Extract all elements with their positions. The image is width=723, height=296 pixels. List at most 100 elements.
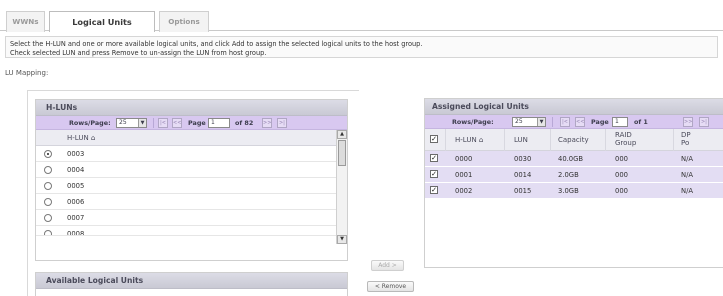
table-row[interactable]: 0005 — [36, 178, 336, 194]
dp-pool-column-label[interactable]: DP Po — [681, 131, 695, 147]
raid-group-column-label[interactable]: RAID Group — [615, 131, 645, 147]
lun-value: 0015 — [514, 187, 532, 195]
assigned-logical-units-panel: Assigned Logical Units Rows/Page: 25 ▼ |… — [424, 98, 723, 268]
page-count: of 1 — [634, 118, 648, 126]
prev-page-icon[interactable]: << — [575, 117, 585, 127]
page-label: Page — [591, 118, 609, 126]
hlun-value: 0003 — [67, 150, 85, 158]
tab-wwns[interactable]: WWNs — [6, 11, 45, 32]
table-row[interactable]: 0007 — [36, 210, 336, 226]
pager-separator — [153, 118, 154, 128]
page-label: Page — [188, 119, 206, 127]
last-page-icon[interactable]: >| — [699, 117, 709, 127]
available-panel-title: Available Logical Units — [36, 273, 347, 289]
table-row[interactable]: 0006 — [36, 194, 336, 210]
rows-per-page-value: 25 — [515, 118, 523, 125]
assigned-rows: ✓ 0000 0030 40.0GB 000 N/A ✓ 0001 0014 2… — [425, 151, 723, 199]
hlun-value: 0000 — [455, 155, 473, 163]
row-checkbox[interactable]: ✓ — [430, 170, 438, 178]
hlun-column-label[interactable]: H-LUN ⌂ — [455, 136, 483, 144]
hlun-value: 0002 — [455, 187, 473, 195]
scrollbar-thumb[interactable] — [338, 140, 346, 166]
pager-separator — [552, 117, 553, 127]
tab-bar: WWNs Logical Units Options — [0, 0, 723, 32]
column-divider — [673, 129, 674, 151]
chevron-down-icon: ▼ — [537, 118, 545, 126]
prev-page-icon[interactable]: << — [172, 118, 182, 128]
raid-group-value: 000 — [615, 187, 628, 195]
lun-column-label[interactable]: LUN — [514, 136, 528, 144]
instruction-line-2: Check selected LUN and press Remove to u… — [10, 48, 267, 57]
first-page-icon[interactable]: |< — [560, 117, 570, 127]
row-checkbox[interactable]: ✓ — [430, 154, 438, 162]
dp-pool-value: N/A — [681, 155, 694, 163]
table-row[interactable]: 0008 — [36, 226, 336, 236]
table-row[interactable]: ✓ 0002 0015 3.0GB 000 N/A — [425, 183, 723, 199]
rows-per-page-select[interactable]: 25 ▼ — [116, 118, 147, 128]
hlun-value: 0006 — [67, 198, 85, 206]
page-count: of 82 — [235, 119, 254, 127]
radio-button[interactable] — [44, 198, 52, 206]
radio-button[interactable] — [44, 150, 52, 158]
rows-per-page-label: Rows/Page: — [69, 119, 111, 127]
capacity-value: 2.0GB — [558, 171, 579, 179]
hluns-scrollbar[interactable]: ▲ ▼ — [336, 130, 347, 244]
available-logical-units-panel: Available Logical Units — [35, 272, 348, 296]
table-row[interactable]: ✓ 0000 0030 40.0GB 000 N/A — [425, 151, 723, 167]
table-row[interactable]: ✓ 0001 0014 2.0GB 000 N/A — [425, 167, 723, 183]
hluns-panel: H-LUNs Rows/Page: 25 ▼ |< << Page 1 of 8… — [35, 99, 348, 261]
hluns-pager: Rows/Page: 25 ▼ |< << Page 1 of 82 >> >| — [36, 116, 347, 130]
column-divider — [605, 129, 606, 151]
column-divider — [550, 129, 551, 151]
capacity-value: 3.0GB — [558, 187, 579, 195]
rows-per-page-select[interactable]: 25 ▼ — [512, 117, 546, 127]
assigned-column-header: ✓ H-LUN ⌂ LUN Capacity RAID Group DP Po — [425, 129, 723, 151]
capacity-column-label[interactable]: Capacity — [558, 136, 589, 144]
hluns-panel-title: H-LUNs — [36, 100, 347, 116]
raid-group-value: 000 — [615, 155, 628, 163]
hlun-value: 0004 — [67, 166, 85, 174]
add-button[interactable]: Add > — [371, 260, 404, 271]
table-row[interactable]: 0004 — [36, 162, 336, 178]
lun-value: 0014 — [514, 171, 532, 179]
hlun-value: 0005 — [67, 182, 85, 190]
assigned-pager: Rows/Page: 25 ▼ |< << Page 1 of 1 >> >| — [425, 115, 723, 129]
column-divider — [445, 129, 446, 151]
radio-button[interactable] — [44, 182, 52, 190]
table-row[interactable]: 0003 — [36, 146, 336, 162]
dp-pool-value: N/A — [681, 187, 694, 195]
select-all-checkbox[interactable]: ✓ — [430, 135, 438, 143]
assigned-panel-title: Assigned Logical Units — [425, 99, 723, 115]
radio-button[interactable] — [44, 214, 52, 222]
next-page-icon[interactable]: >> — [262, 118, 272, 128]
chevron-down-icon: ▼ — [138, 119, 146, 127]
last-page-icon[interactable]: >| — [277, 118, 287, 128]
scroll-up-icon[interactable]: ▲ — [337, 130, 347, 139]
rows-per-page-label: Rows/Page: — [452, 118, 494, 126]
hlun-value: 0001 — [455, 171, 473, 179]
column-divider — [504, 129, 505, 151]
row-checkbox[interactable]: ✓ — [430, 186, 438, 194]
scroll-down-icon[interactable]: ▼ — [337, 235, 347, 244]
radio-button[interactable] — [44, 230, 52, 235]
dp-pool-value: N/A — [681, 171, 694, 179]
hlun-value: 0007 — [67, 214, 85, 222]
next-page-icon[interactable]: >> — [683, 117, 693, 127]
rows-per-page-value: 25 — [119, 119, 127, 126]
tab-logical-units[interactable]: Logical Units — [49, 11, 155, 32]
raid-group-value: 000 — [615, 171, 628, 179]
instruction-line-1: Select the H-LUN and one or more availab… — [10, 40, 423, 48]
page-number-input[interactable]: 1 — [612, 117, 628, 127]
radio-button[interactable] — [44, 166, 52, 174]
lun-value: 0030 — [514, 155, 532, 163]
remove-button[interactable]: < Remove — [367, 281, 414, 292]
tab-options[interactable]: Options — [159, 11, 209, 32]
hluns-column-header[interactable]: H-LUN ⌂ — [36, 130, 336, 146]
page-number-input[interactable]: 1 — [208, 118, 230, 128]
capacity-value: 40.0GB — [558, 155, 584, 163]
hluns-table: H-LUN ⌂ 0003 0004 0005 0006 0007 0008 ▲ … — [36, 130, 347, 260]
hlun-value: 0008 — [67, 230, 85, 236]
hluns-rows: 0003 0004 0005 0006 0007 0008 — [36, 146, 336, 236]
first-page-icon[interactable]: |< — [158, 118, 168, 128]
lu-mapping-label: LU Mapping: — [5, 69, 49, 77]
